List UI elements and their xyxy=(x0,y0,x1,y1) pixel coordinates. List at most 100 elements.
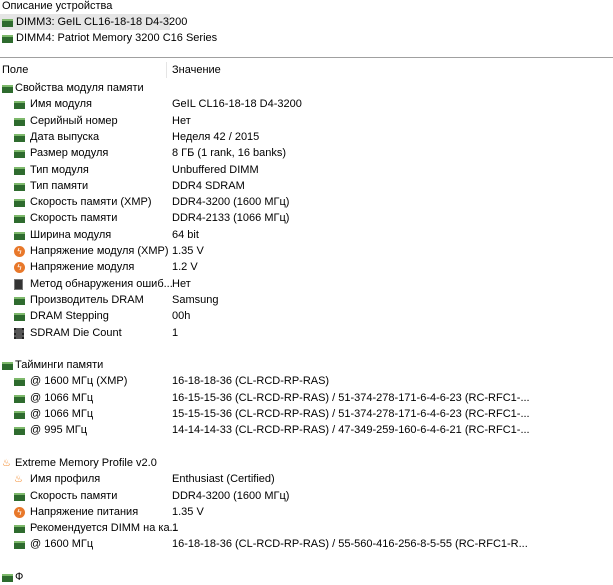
table-row[interactable]: Тип модуля Unbuffered DIMM xyxy=(0,162,613,178)
field-value: Нет xyxy=(172,114,191,127)
ram-icon xyxy=(14,231,25,240)
field-label: Ф xyxy=(15,571,24,583)
table-row[interactable]: Тип памяти DDR4 SDRAM xyxy=(0,178,613,194)
field-value: 16-18-18-36 (CL-RCD-RP-RAS) / 55-560-416… xyxy=(172,538,528,551)
field-label: Рекомендуется DIMM на ка... xyxy=(30,522,179,535)
field-value: 8 ГБ (1 rank, 16 banks) xyxy=(172,147,287,160)
column-divider[interactable] xyxy=(166,62,167,78)
blank-row xyxy=(0,439,613,455)
ram-icon xyxy=(14,182,25,191)
ram-icon xyxy=(14,492,25,501)
column-field[interactable]: Поле xyxy=(2,60,28,80)
table-row[interactable]: Дата выпуска Неделя 42 / 2015 xyxy=(0,129,613,145)
field-value: DDR4-2133 (1066 МГц) xyxy=(172,212,290,225)
ram-icon xyxy=(2,85,13,93)
ram-icon xyxy=(2,19,13,27)
field-label: Напряжение модуля xyxy=(30,261,135,274)
device-label: DIMM3: GeIL CL16-18-18 D4-3200 xyxy=(16,16,188,28)
field-value: 16-18-18-36 (CL-RCD-RP-RAS) xyxy=(172,375,330,388)
table-row[interactable]: Рекомендуется DIMM на ка... 1 xyxy=(0,520,613,536)
chip-icon xyxy=(14,327,24,339)
field-label: @ 995 МГц xyxy=(30,424,88,437)
table-row[interactable]: @ 995 МГц 14-14-14-33 (CL-RCD-RP-RAS) / 4… xyxy=(0,422,613,438)
field-label: @ 1600 МГц (XMP) xyxy=(30,375,128,388)
table-row[interactable]: ϟ Напряжение модуля 1.2 V xyxy=(0,259,613,275)
ram-icon xyxy=(14,101,25,110)
ram-icon xyxy=(14,215,25,224)
device-label: DIMM4: Patriot Memory 3200 C16 Series xyxy=(16,32,218,44)
table-row[interactable]: Размер модуля 8 ГБ (1 rank, 16 banks) xyxy=(0,145,613,161)
field-value: Unbuffered DIMM xyxy=(172,163,259,176)
table-row[interactable]: @ 1066 МГц 16-15-15-36 (CL-RCD-RP-RAS) / … xyxy=(0,390,613,406)
table-row[interactable]: Скорость памяти DDR4-2133 (1066 МГц) xyxy=(0,210,613,226)
field-label: @ 1066 МГц xyxy=(30,408,94,420)
device-item-dimm3[interactable]: DIMM3: GeIL CL16-18-18 D4-3200 xyxy=(0,14,187,30)
field-label: Extreme Memory Profile v2.0 xyxy=(15,456,157,469)
table-row[interactable]: ϟ Напряжение модуля (XMP) 1.35 V xyxy=(0,243,613,259)
table-row[interactable]: @ 1600 МГц 16-18-18-36 (CL-RCD-RP-RAS) / … xyxy=(0,536,613,552)
field-label: Серийный номер xyxy=(30,114,118,127)
table-row[interactable]: Серийный номер Нет xyxy=(0,113,613,129)
section-header[interactable]: Ф xyxy=(0,569,613,585)
ram-icon xyxy=(14,394,25,403)
table-row[interactable]: ϟ Напряжение питания 1.35 V xyxy=(0,504,613,520)
blank-row xyxy=(0,553,613,569)
field-value: 1 xyxy=(172,522,179,535)
field-label: Напряжение модуля (XMP) xyxy=(30,245,169,257)
field-value: Неделя 42 / 2015 xyxy=(172,130,260,143)
field-value: 1 xyxy=(172,326,179,339)
field-label: Имя модуля xyxy=(30,98,92,111)
table-row[interactable]: SDRAM Die Count 1 xyxy=(0,325,613,341)
xmp-flame-icon: ♨ xyxy=(14,474,23,486)
section-header[interactable]: Свойства модуля памяти xyxy=(0,80,613,96)
field-label: Метод обнаружения ошиб... xyxy=(30,277,173,290)
field-value: 1.35 V xyxy=(172,245,204,257)
field-label: Дата выпуска xyxy=(30,130,100,143)
field-value: 16-15-15-36 (CL-RCD-RP-RAS) / 51-374-278… xyxy=(172,391,530,404)
column-value[interactable]: Значение xyxy=(172,60,221,80)
ram-icon xyxy=(14,150,25,159)
table-row[interactable]: @ 1600 МГц (XMP) 16-18-18-36 (CL-RCD-RP-R… xyxy=(0,373,613,389)
field-label: DRAM Stepping xyxy=(30,310,109,323)
ram-icon xyxy=(14,296,25,305)
table-row[interactable]: DRAM Stepping 00h xyxy=(0,308,613,324)
ram-icon xyxy=(14,541,25,550)
field-label: Скорость памяти xyxy=(30,489,118,502)
table-row[interactable]: Производитель DRAM Samsung xyxy=(0,292,613,308)
ram-icon xyxy=(2,574,13,582)
splitter[interactable] xyxy=(0,57,613,58)
table-row[interactable]: Ширина модуля 64 bit xyxy=(0,227,613,243)
section-header[interactable]: Тайминги памяти xyxy=(0,357,613,373)
field-label: Скорость памяти (XMP) xyxy=(30,196,152,209)
field-label: @ 1066 МГц xyxy=(30,391,94,404)
field-label: Производитель DRAM xyxy=(30,293,144,306)
device-item-dimm4[interactable]: DIMM4: Patriot Memory 3200 C16 Series xyxy=(0,30,220,46)
table-row[interactable]: Метод обнаружения ошиб... Нет xyxy=(0,276,613,292)
field-value: 1.2 V xyxy=(172,261,198,274)
field-value: GeIL CL16-18-18 D4-3200 xyxy=(172,98,302,111)
field-value: 00h xyxy=(172,310,191,323)
ram-icon xyxy=(14,313,25,322)
ram-icon xyxy=(14,133,25,142)
field-value: 64 bit xyxy=(172,228,199,241)
ram-icon xyxy=(14,166,25,175)
table-row[interactable]: ♨ Имя профиля Enthusiast (Certified) xyxy=(0,471,613,487)
field-label: Размер модуля xyxy=(30,147,109,160)
ram-icon xyxy=(14,427,25,436)
field-value: 14-14-14-33 (CL-RCD-RP-RAS) / 47-349-259… xyxy=(172,424,530,437)
ram-icon xyxy=(14,199,25,208)
table-row[interactable]: @ 1066 МГц 15-15-15-36 (CL-RCD-RP-RAS) / … xyxy=(0,406,613,422)
field-value: 1.35 V xyxy=(172,505,204,518)
field-value: 15-15-15-36 (CL-RCD-RP-RAS) / 51-374-278… xyxy=(172,408,530,420)
field-value: DDR4-3200 (1600 МГц) xyxy=(172,196,290,209)
field-label: Напряжение питания xyxy=(30,505,139,518)
field-label: Свойства модуля памяти xyxy=(15,82,144,94)
device-list: Описание устройства DIMM3: GeIL CL16-18-… xyxy=(0,0,613,56)
table-row[interactable]: Скорость памяти (XMP) DDR4-3200 (1600 МГц… xyxy=(0,194,613,210)
section-header[interactable]: ♨ Extreme Memory Profile v2.0 xyxy=(0,455,613,471)
table-row[interactable]: Имя модуля GeIL CL16-18-18 D4-3200 xyxy=(0,96,613,112)
table-row[interactable]: Скорость памяти DDR4-3200 (1600 МГц) xyxy=(0,488,613,504)
ram-icon xyxy=(2,362,13,371)
field-value: Нет xyxy=(172,277,191,290)
ram-icon xyxy=(14,525,25,534)
